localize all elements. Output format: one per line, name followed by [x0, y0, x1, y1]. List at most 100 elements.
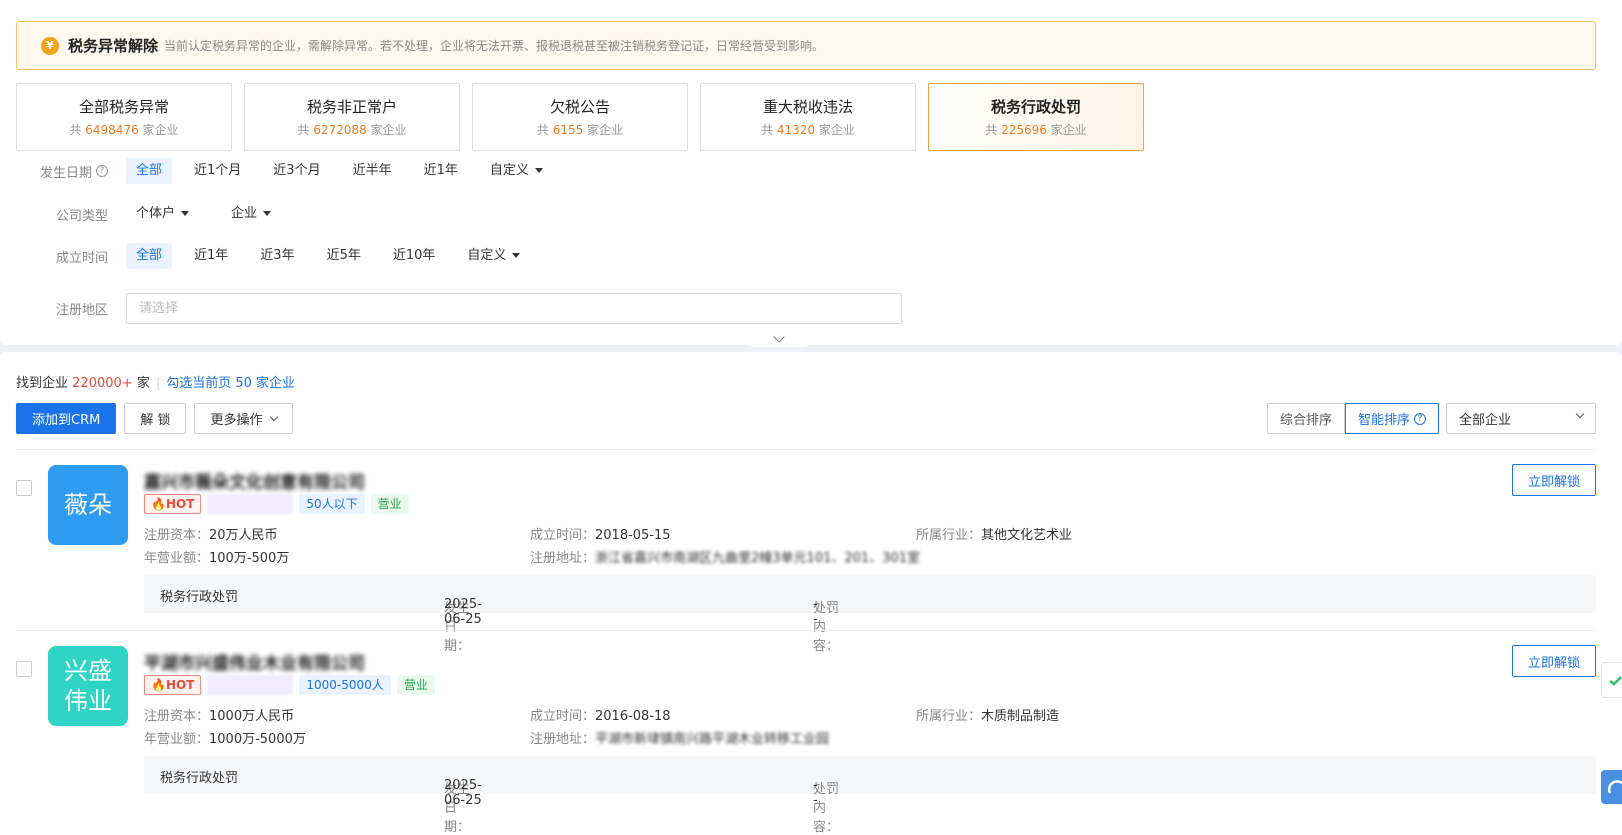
chevron-down-icon [270, 412, 279, 421]
filter-panel: ¥ 税务异常解除 当前认定税务异常的企业，需解除异常。若不处理，企业将无法开票、… [0, 0, 1622, 345]
company-tags: 🔥HOT 1000-5000人 营业 [144, 675, 441, 695]
action-toolbar: 添加到CRM 解 锁 更多操作 [16, 403, 301, 434]
row-checkbox[interactable] [16, 661, 32, 677]
card-count: 共 6498476 家企业 [69, 123, 179, 137]
filter-label: 公司类型 [55, 208, 108, 224]
card-title: 税务行政处罚 [990, 98, 1081, 116]
unlock-now-button[interactable]: 立即解锁 [1512, 645, 1596, 677]
company-scope-select[interactable]: 全部企业 [1446, 403, 1596, 434]
founded-option-10y[interactable]: 近10年 [383, 243, 446, 269]
headset-icon [1607, 780, 1622, 794]
reg-capital: 注册资本：20万人民币 [144, 528, 278, 543]
masked-tag [207, 494, 294, 514]
row-checkbox[interactable] [16, 480, 32, 496]
hot-tag: 🔥HOT [144, 675, 202, 695]
collapse-toggle[interactable] [745, 331, 813, 347]
card-count: 共 6155 家企业 [536, 123, 624, 137]
add-to-crm-button[interactable]: 添加到CRM [16, 403, 117, 434]
founded-option-5y[interactable]: 近5年 [317, 243, 371, 269]
filter-row-founded: 成立时间 全部 近1年 近3年 近5年 近10年 自定义 [0, 243, 542, 269]
founded-option-all[interactable]: 全部 [126, 243, 173, 269]
chevron-down-icon [773, 331, 785, 343]
card-tax-arrears[interactable]: 欠税公告 共 6155 家企业 [472, 83, 688, 151]
unlock-now-button[interactable]: 立即解锁 [1512, 464, 1596, 496]
results-panel: 找到企业 220000+ 家 | 勾选当前页 50 家企业 添加到CRM 解 锁 更… [0, 352, 1622, 835]
company-tags: 🔥HOT 50人以下 营业 [144, 494, 415, 514]
check-icon [1609, 676, 1622, 686]
founded-date: 成立时间：2016-08-18 [530, 709, 671, 724]
caret-down-icon [512, 253, 521, 258]
card-title: 欠税公告 [549, 98, 610, 116]
filter-row-region: 注册地区 [0, 293, 902, 324]
type-option-individual[interactable]: 个体户 [126, 201, 199, 227]
date-option-6m[interactable]: 近半年 [343, 158, 402, 184]
penalty-record: 税务行政处罚 发生日期： 2025-06-25 处罚内容： -- [144, 575, 1596, 654]
filter-row-date: 发生日期? 全部 近1个月 近3个月 近半年 近1年 自定义 [0, 158, 565, 184]
date-option-all[interactable]: 全部 [126, 158, 173, 184]
industry: 所属行业：木质制品制造 [916, 709, 1060, 724]
card-tax-admin-penalty[interactable]: 税务行政处罚 共 225696 家企业 [928, 83, 1144, 151]
company-name[interactable]: 嘉兴市薇朵文化创意有限公司 [144, 468, 365, 493]
reg-address: 注册地址：平湖市新埭镇南兴路平湖木业转移工业园 [530, 732, 830, 747]
company-row: 兴盛 伟业 平湖市兴盛伟业木业有限公司 🔥HOT 1000-5000人 营业 注… [0, 631, 1622, 835]
chevron-down-icon [1575, 409, 1585, 419]
filter-label: 注册地区 [55, 303, 108, 318]
help-icon: ? [1414, 412, 1427, 425]
date-option-3m[interactable]: 近3个月 [263, 158, 330, 184]
filter-label: 发生日期? [0, 162, 126, 181]
results-count: 220000+ [72, 376, 133, 391]
status-tag: 营业 [370, 494, 409, 514]
company-logo: 薇朵 [48, 465, 128, 545]
help-icon[interactable]: ? [96, 165, 108, 177]
unlock-button[interactable]: 解 锁 [124, 403, 187, 434]
customer-service-widget[interactable] [1601, 770, 1622, 804]
company-row: 薇朵 嘉兴市薇朵文化创意有限公司 🔥HOT 50人以下 营业 注册资本：20万人… [0, 450, 1622, 654]
hot-tag: 🔥HOT [144, 494, 202, 514]
caret-down-icon [534, 168, 543, 173]
card-abnormal-taxpayer[interactable]: 税务非正常户 共 6272088 家企业 [244, 83, 460, 151]
caret-down-icon [181, 211, 190, 216]
reg-address: 注册地址：浙江省嘉兴市南湖区九曲里2幢3单元101、201、301室 [530, 551, 920, 566]
type-option-enterprise[interactable]: 企业 [221, 201, 281, 227]
masked-tag [207, 675, 294, 695]
date-option-1m[interactable]: 近1个月 [184, 158, 251, 184]
penalty-type: 税务行政处罚 [160, 590, 239, 605]
filter-row-company-type: 公司类型 个体户 企业 [0, 201, 293, 227]
founded-option-1y[interactable]: 近1年 [184, 243, 238, 269]
industry: 所属行业：其他文化艺术业 [916, 528, 1073, 543]
size-tag: 1000-5000人 [299, 675, 391, 695]
founded-option-3y[interactable]: 近3年 [250, 243, 304, 269]
caret-down-icon [263, 211, 272, 216]
founded-date: 成立时间：2018-05-15 [530, 528, 671, 543]
status-tag: 营业 [396, 675, 435, 695]
penalty-record: 税务行政处罚 发生日期： 2025-06-25 处罚内容： -- [144, 756, 1596, 835]
founded-option-custom[interactable]: 自定义 [457, 243, 530, 269]
card-title: 重大税收违法 [762, 98, 853, 116]
tax-anomaly-banner: ¥ 税务异常解除 当前认定税务异常的企业，需解除异常。若不处理，企业将无法开票、… [16, 21, 1596, 70]
reg-capital: 注册资本：1000万人民币 [144, 709, 295, 724]
select-page-link[interactable]: 勾选当前页 50 家企业 [166, 376, 295, 391]
more-actions-button[interactable]: 更多操作 [194, 403, 294, 434]
sort-smart-button[interactable]: 智能排序? [1345, 403, 1440, 434]
card-all-tax-anomaly[interactable]: 全部税务异常 共 6498476 家企业 [16, 83, 232, 151]
region-input[interactable] [126, 293, 902, 324]
banner-description: 当前认定税务异常的企业，需解除异常。若不处理，企业将无法开票、报税退税甚至被注销… [164, 39, 825, 53]
card-count: 共 225696 家企业 [985, 123, 1087, 137]
card-title: 税务非正常户 [306, 98, 397, 116]
annual-revenue: 年营业额：1000万-5000万 [144, 732, 306, 747]
card-title: 全部税务异常 [78, 98, 169, 116]
card-count: 共 41320 家企业 [761, 123, 855, 137]
card-count: 共 6272088 家企业 [297, 123, 407, 137]
banner-title: 税务异常解除 [68, 37, 159, 55]
date-option-1y[interactable]: 近1年 [414, 158, 468, 184]
category-cards: 全部税务异常 共 6498476 家企业 税务非正常户 共 6272088 家企… [16, 83, 1156, 151]
date-option-custom[interactable]: 自定义 [480, 158, 553, 184]
sort-group: 综合排序 智能排序? [1267, 403, 1440, 434]
filter-label: 成立时间 [55, 250, 108, 266]
sort-comprehensive-button[interactable]: 综合排序 [1267, 403, 1346, 434]
company-name[interactable]: 平湖市兴盛伟业木业有限公司 [144, 649, 365, 674]
yen-coin-icon: ¥ [41, 36, 59, 55]
side-widget[interactable] [1601, 662, 1622, 698]
annual-revenue: 年营业额：100万-500万 [144, 551, 290, 566]
card-major-tax-violation[interactable]: 重大税收违法 共 41320 家企业 [700, 83, 916, 151]
